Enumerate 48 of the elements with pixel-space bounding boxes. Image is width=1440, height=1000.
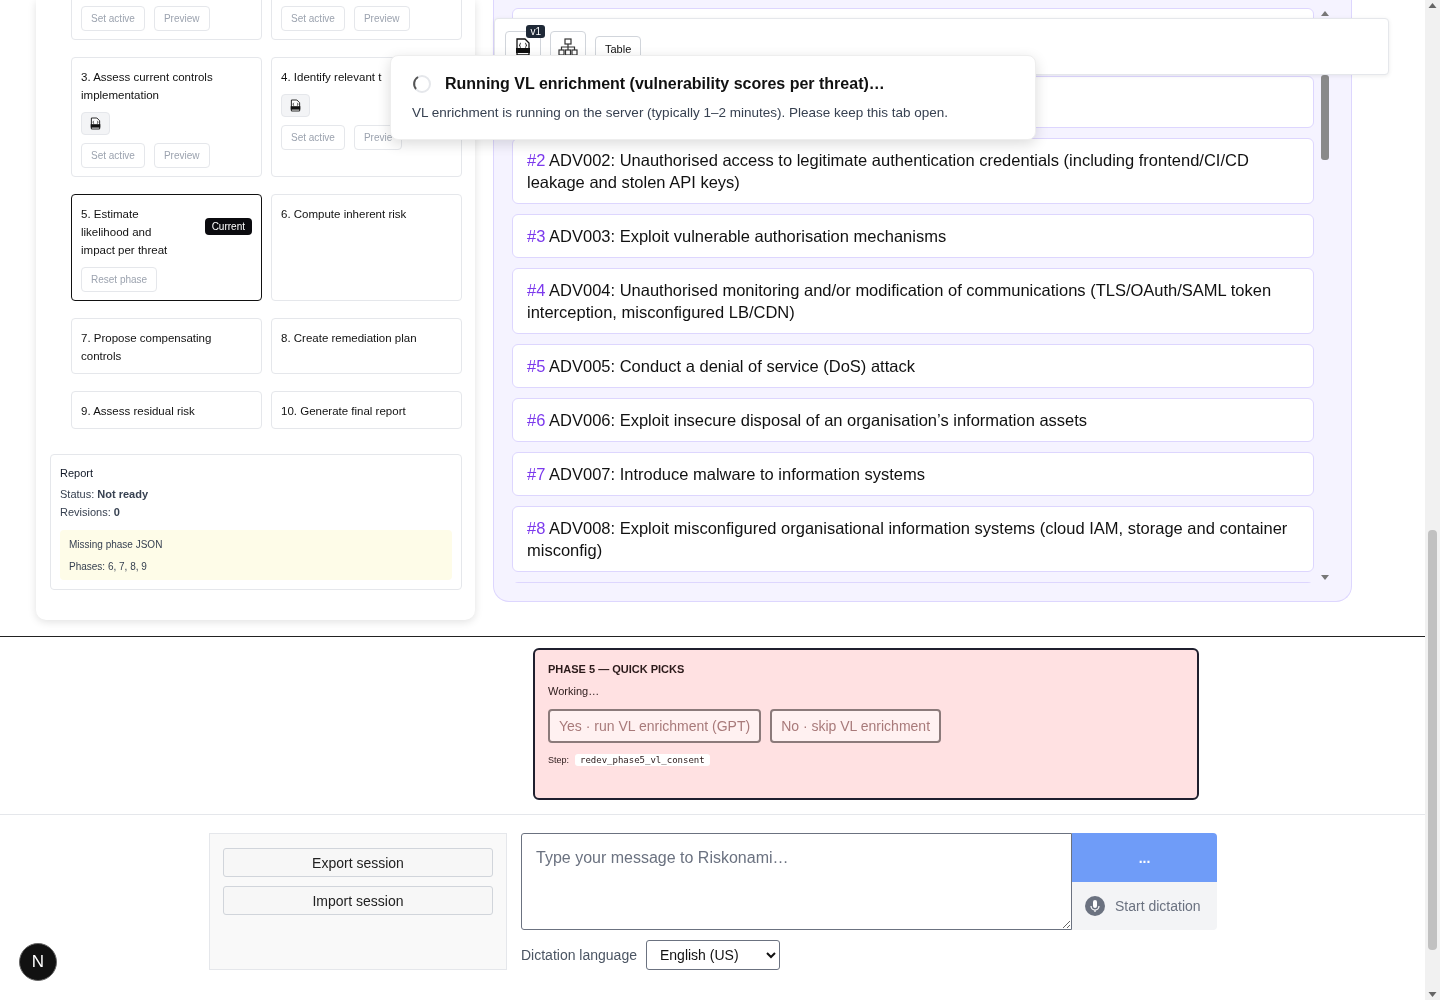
phase-title: 3. Assess current controls implementation (81, 70, 214, 103)
threat-item[interactable]: #8 ADV008: Exploit misconfigured organisational information systems (cloud IAM, storage and container misconfig) (512, 506, 1314, 572)
language-select[interactable]: English (US) (646, 940, 780, 970)
phase-card[interactable]: 10. Generate final report (271, 391, 462, 429)
current-badge: Current (204, 218, 252, 235)
hierarchy-icon (558, 37, 578, 56)
phase-title: 10. Generate final report (281, 404, 406, 419)
status-text: Working… (548, 685, 601, 697)
threat-item[interactable]: #6 ADV006: Exploit insecure disposal of an organisation’s information assets (512, 398, 1314, 442)
page-scrollbar[interactable] (1425, 0, 1440, 1000)
phase-card[interactable]: 3. Assess current controls implementation Set active Preview (71, 57, 262, 177)
phase-card[interactable]: 9. Assess residual risk (71, 391, 262, 429)
message-field[interactable]: Type your message to Riskonami… (521, 833, 1072, 930)
phase-card[interactable]: 8. Create remediation plan (271, 318, 462, 374)
threat-item[interactable]: #7 ADV007: Introduce malware to information systems (512, 452, 1314, 496)
json-file-button[interactable] (81, 112, 110, 135)
dictation-button[interactable]: Start dictation (1072, 882, 1217, 930)
session-button[interactable]: Import session (223, 886, 493, 915)
phase-card[interactable]: 5. Estimate likelihood and impact per threat Current Reset phase (71, 194, 262, 301)
quick-picks-title: PHASE 5 — QUICK PICKS (548, 663, 686, 675)
session-button[interactable]: Export session (223, 848, 493, 877)
phase-title: 4. Identify relevant t (281, 70, 382, 85)
warning-title: Missing phase JSON (69, 539, 164, 550)
warning-phases: Phases: 6, 7, 8, 9 (69, 561, 148, 572)
version-badge: v1 (526, 25, 545, 38)
threat-item[interactable]: #4 ADV004: Unauthorised monitoring and/or modification of communications (TLS/OAuth/SAML token interception, misconfigured LB/CDN) (512, 268, 1314, 334)
phase-title: 6. Compute inherent risk (281, 207, 407, 222)
language-label: Dictation language (521, 947, 637, 963)
phase-card[interactable]: 7. Propose compensating controls (71, 318, 262, 374)
report-revisions: Revisions: 0 (60, 506, 121, 518)
spinner-icon (412, 74, 432, 94)
threat-item[interactable]: #5 ADV005: Conduct a denial of service (DoS) attack (512, 344, 1314, 388)
json-file-icon (90, 117, 101, 130)
step-label: Step: (548, 755, 569, 765)
json-file-icon (290, 99, 301, 112)
report-title: Report (60, 467, 95, 479)
phase-card[interactable]: 6. Compute inherent risk (271, 194, 462, 301)
json-file-button[interactable] (281, 94, 310, 117)
step-id: redev_phase5_vl_consent (575, 754, 710, 766)
microphone-icon (1085, 896, 1105, 916)
phase-title: 7. Propose compensating controls (81, 331, 213, 364)
dev-badge[interactable]: N (19, 943, 57, 981)
threat-item[interactable]: #2 ADV002: Unauthorised access to legitimate authentication credentials (including frontend/CI/CD leakage and stolen API keys) (512, 138, 1314, 204)
report-status: Status: Not ready (60, 488, 150, 500)
phase-title: 8. Create remediation plan (281, 331, 417, 346)
phase-title: 5. Estimate likelihood and impact per threat (81, 207, 169, 258)
phase-title: 9. Assess residual risk (81, 404, 195, 419)
threat-item[interactable]: #3 ADV003: Exploit vulnerable authorisation mechanisms (512, 214, 1314, 258)
